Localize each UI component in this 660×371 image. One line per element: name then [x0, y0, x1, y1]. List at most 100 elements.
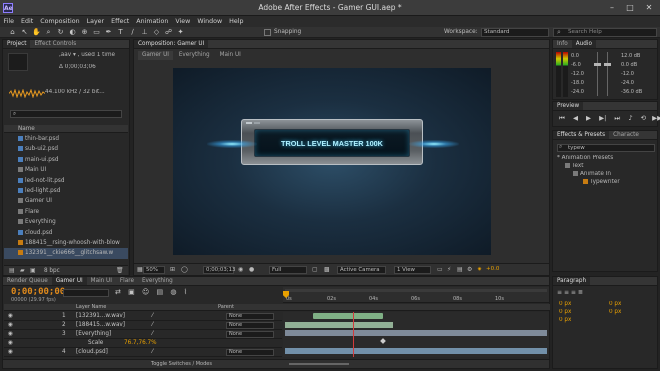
time-ruler[interactable]: 0s 02s 04s 06s 08s 10s: [283, 287, 549, 303]
project-item[interactable]: Main UI: [4, 165, 128, 175]
selection-tool-icon[interactable]: ↖: [20, 28, 29, 37]
zoom-tool-icon[interactable]: ⌕: [44, 28, 53, 37]
menu-file[interactable]: File: [0, 16, 18, 27]
project-item[interactable]: 188415__rsing-whoosh-with-blow: [4, 238, 128, 248]
indent-right-value[interactable]: 0 px: [609, 301, 621, 308]
new-folder-icon[interactable]: ▰: [20, 267, 25, 274]
motion-blur-icon[interactable]: ◍: [170, 288, 176, 296]
grid-guide-icon[interactable]: ⊞: [170, 266, 175, 273]
layer-row[interactable]: ◉ Scale 76.7,76.7%: [4, 339, 282, 348]
project-item[interactable]: led-light.psd: [4, 186, 128, 196]
next-frame-icon[interactable]: ▶|: [599, 114, 606, 122]
snapping-checkbox[interactable]: [264, 29, 271, 36]
visibility-eye-icon[interactable]: ◉: [8, 348, 13, 356]
layer-switches[interactable]: ⁄: [152, 330, 153, 338]
hand-tool-icon[interactable]: ✋: [32, 28, 41, 37]
rectangle-tool-icon[interactable]: ▭: [92, 28, 101, 37]
exposure-value[interactable]: +0.0: [486, 266, 499, 272]
tab-project[interactable]: Project: [3, 40, 31, 48]
justify-icon[interactable]: ≣: [578, 289, 583, 296]
tab-paragraph[interactable]: Paragraph: [553, 277, 591, 285]
tab-flare[interactable]: Flare: [116, 277, 138, 285]
toggle-pixel-aspect-icon[interactable]: ▭: [437, 266, 443, 273]
layer-bar-3[interactable]: [285, 330, 547, 336]
home-icon[interactable]: ⌂: [8, 28, 17, 37]
breadcrumb-everything[interactable]: Everything: [175, 51, 214, 60]
menu-animation[interactable]: Animation: [133, 16, 172, 27]
timeline-link-icon[interactable]: ▤: [457, 266, 463, 273]
current-time-display[interactable]: 0;00;03;13: [203, 266, 235, 274]
align-center-icon[interactable]: ≡: [564, 289, 569, 296]
visibility-eye-icon[interactable]: ◉: [8, 339, 13, 347]
view-layout-select[interactable]: 1 View: [394, 266, 431, 274]
layer-row[interactable]: ◉ 4 [cloud.psd] ⁄ None: [4, 348, 282, 357]
zoom-slider[interactable]: [289, 363, 349, 365]
layer-switches[interactable]: ⁄: [152, 348, 153, 356]
tab-gamer-ui[interactable]: Gamer UI: [51, 277, 87, 285]
region-of-interest-icon[interactable]: ▢: [312, 266, 318, 273]
tab-info[interactable]: Info: [553, 40, 572, 48]
tab-audio[interactable]: Audio: [571, 40, 596, 48]
ram-preview-icon[interactable]: ▶▶: [652, 114, 660, 122]
fast-previews-icon[interactable]: ⚡: [447, 266, 451, 273]
last-frame-icon[interactable]: ⏭: [614, 114, 620, 122]
eraser-tool-icon[interactable]: ◇: [152, 28, 161, 37]
flowchart-icon[interactable]: ⚙: [467, 266, 472, 273]
level-slider-left[interactable]: [594, 63, 601, 66]
frame-blending-icon[interactable]: ▤: [157, 288, 164, 296]
parent-select[interactable]: None: [226, 349, 274, 356]
project-item[interactable]: thin-bar.psd: [4, 134, 128, 144]
interpret-footage-icon[interactable]: ▤: [9, 267, 15, 274]
layer-name[interactable]: [132391...w.wav]: [76, 312, 125, 320]
rotate-tool-icon[interactable]: ↻: [56, 28, 65, 37]
project-item[interactable]: Everything: [4, 217, 128, 227]
current-time-timecode[interactable]: 0;00;00;00: [11, 287, 65, 297]
parent-select[interactable]: None: [226, 331, 274, 338]
timeline-search-input[interactable]: [63, 289, 109, 297]
magnification-select[interactable]: 50%: [143, 266, 165, 274]
menu-window[interactable]: Window: [194, 16, 226, 27]
scale-keyframe[interactable]: [380, 338, 386, 344]
parent-select[interactable]: None: [226, 322, 274, 329]
preset-tree-typewriter[interactable]: Typewriter: [583, 179, 655, 186]
workspace-select[interactable]: Standard: [481, 28, 549, 37]
layer-bar-1[interactable]: [313, 313, 383, 319]
layer-switches[interactable]: ⁄: [152, 321, 153, 329]
tab-effects-presets[interactable]: Effects & Presets: [553, 131, 610, 139]
exposure-icon[interactable]: ✷: [477, 266, 482, 273]
search-help-input[interactable]: Search Help: [553, 28, 657, 37]
tab-everything[interactable]: Everything: [138, 277, 177, 285]
composition-mini-flowchart-icon[interactable]: ⇄: [115, 288, 121, 296]
tab-composition-gamer-ui[interactable]: Composition: Gamer UI: [134, 40, 209, 48]
layer-row[interactable]: ◉ 1 [132391...w.wav] ⁄ None: [4, 312, 282, 321]
pen-tool-icon[interactable]: ✒: [104, 28, 113, 37]
indent-left-value[interactable]: 0 px: [559, 301, 571, 308]
snapshot-icon[interactable]: ◉: [238, 266, 243, 273]
breadcrumb-gamer-ui[interactable]: Gamer UI: [138, 51, 173, 60]
preset-tree-animation-presets[interactable]: * Animation Presets: [557, 155, 655, 162]
project-item[interactable]: led-not-lit.psd: [4, 176, 128, 186]
scale-value[interactable]: 76.7,76.7%: [124, 339, 157, 347]
effects-search-input[interactable]: typew: [557, 144, 655, 152]
mask-visibility-icon[interactable]: ◯: [181, 266, 188, 273]
layer-bar-2[interactable]: [285, 322, 393, 328]
puppet-tool-icon[interactable]: ✦: [176, 28, 185, 37]
maximize-button[interactable]: □: [622, 2, 638, 14]
space-before-value[interactable]: 0 px: [559, 309, 571, 316]
project-item[interactable]: Flare: [4, 207, 128, 217]
work-area-bar[interactable]: [285, 289, 547, 292]
loop-icon[interactable]: ⟲: [641, 114, 646, 122]
previous-frame-icon[interactable]: ◀: [573, 114, 578, 122]
first-frame-icon[interactable]: ⏮: [559, 114, 565, 122]
play-icon[interactable]: ▶: [586, 114, 591, 122]
level-slider-right[interactable]: [604, 63, 611, 66]
tab-character[interactable]: Characte: [609, 131, 643, 139]
tab-main-ui[interactable]: Main UI: [87, 277, 116, 285]
layer-name[interactable]: Scale: [88, 339, 103, 347]
layer-name[interactable]: [188415...w.wav]: [76, 321, 125, 329]
project-search-input[interactable]: ⌕: [10, 110, 122, 118]
layer-name[interactable]: [Everything]: [76, 330, 111, 338]
mute-audio-icon[interactable]: ♪: [628, 114, 632, 122]
new-composition-icon[interactable]: ▣: [30, 267, 36, 274]
clone-tool-icon[interactable]: ⊥: [140, 28, 149, 37]
